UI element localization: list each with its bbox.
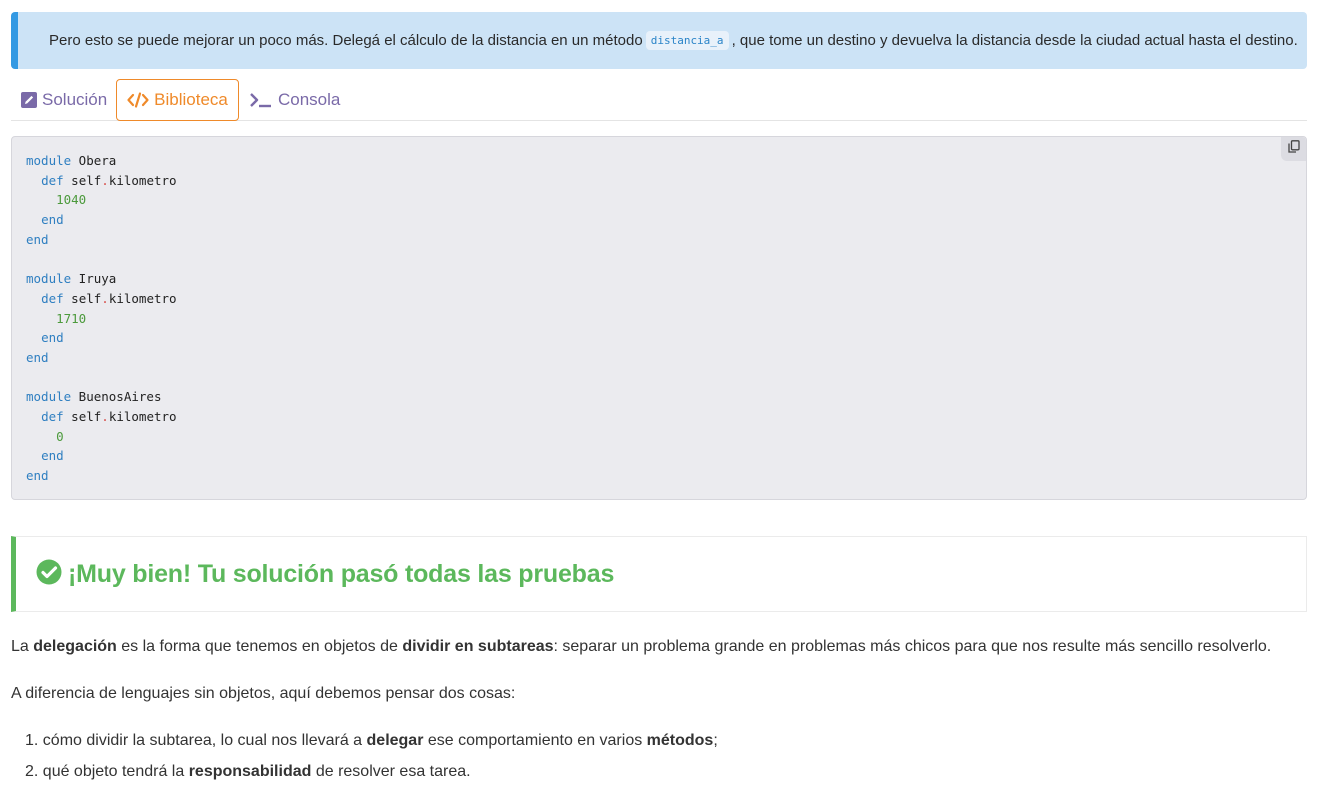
code-line: 1710 xyxy=(26,309,177,329)
steps-list: 1. cómo dividir la subtarea, lo cual nos… xyxy=(25,732,718,794)
code-line: end xyxy=(26,230,177,250)
list-item: 2. qué objeto tendrá la responsabilidad … xyxy=(25,763,718,794)
p1-bold-subtareas: dividir en subtareas xyxy=(402,638,554,655)
tab-consola-label: Consola xyxy=(278,90,341,109)
code-line: 0 xyxy=(26,427,177,447)
code-number: 0 xyxy=(56,428,64,444)
code-number: 1710 xyxy=(56,310,87,326)
code-keyword: end xyxy=(26,468,49,483)
code-keyword: end xyxy=(26,349,49,365)
tab-biblioteca[interactable]: Biblioteca xyxy=(116,79,239,121)
code-line: def self.kilometro xyxy=(26,407,177,427)
exercise-hint: Pero esto se puede mejorar un poco más. … xyxy=(11,12,1307,69)
p1-text-c: es la forma que tenemos en objetos de xyxy=(116,638,403,655)
delegation-paragraph: La delegación es la forma que tenemos en… xyxy=(11,638,1271,656)
code-identifier: Obera xyxy=(71,153,117,168)
list-bold: responsabilidad xyxy=(188,763,312,780)
code-icon xyxy=(127,92,149,108)
code-keyword: end xyxy=(26,231,49,247)
p1-text-d: : separar un problema grande en problema… xyxy=(553,638,1272,655)
check-circle-icon xyxy=(36,559,62,590)
code-line: def self.kilometro xyxy=(26,289,177,309)
list-item: 1. cómo dividir la subtarea, lo cual nos… xyxy=(25,732,718,763)
code-keyword: def xyxy=(41,290,64,306)
code-line: 1040 xyxy=(26,190,177,210)
code-keyword: end xyxy=(41,330,64,346)
code-dot: . xyxy=(101,172,109,188)
copy-icon xyxy=(1287,140,1300,158)
list-bold: métodos xyxy=(646,732,714,749)
code-line: end xyxy=(26,348,177,368)
list-number: 1. xyxy=(25,732,39,749)
code-line: def self.kilometro xyxy=(26,171,177,191)
pencil-square-icon xyxy=(21,92,37,108)
code-keyword: end xyxy=(41,212,64,228)
tab-solucion[interactable]: Solución xyxy=(21,79,107,121)
code-line: module Obera xyxy=(26,151,177,171)
code-method: kilometro xyxy=(108,172,177,188)
tab-solucion-label: Solución xyxy=(42,90,108,109)
ruby-code: module Obera def self.kilometro 1040 end… xyxy=(26,151,177,486)
code-keyword: module xyxy=(26,389,72,405)
p1-text-a: La xyxy=(11,638,34,655)
intro-paragraph: A diferencia de lenguajes sin objetos, a… xyxy=(11,685,516,702)
tab-consola[interactable]: Consola xyxy=(249,79,340,121)
terminal-icon xyxy=(249,92,273,108)
code-line: end xyxy=(26,210,177,230)
library-code-panel: module Obera def self.kilometro 1040 end… xyxy=(11,136,1307,500)
success-banner: ¡Muy bien! Tu solución pasó todas las pr… xyxy=(11,536,1307,612)
list-text: ; xyxy=(713,732,718,749)
code-line: module Iruya xyxy=(26,269,177,289)
success-title: ¡Muy bien! Tu solución pasó todas las pr… xyxy=(68,559,615,588)
hint-text-before: Pero esto se puede mejorar un poco más. … xyxy=(49,32,643,49)
code-keyword: def xyxy=(41,172,64,188)
code-keyword: end xyxy=(41,448,64,464)
code-number: 1040 xyxy=(56,192,87,208)
p1-bold-delegacion: delegación xyxy=(33,638,117,655)
list-text: de resolver esa tarea. xyxy=(311,763,471,780)
list-bold: delegar xyxy=(366,732,424,749)
code-line: module BuenosAires xyxy=(26,387,177,407)
list-number: 2. xyxy=(25,763,39,780)
code-keyword: module xyxy=(26,153,72,168)
code-line: end xyxy=(26,446,177,466)
code-method: kilometro xyxy=(108,408,177,424)
code-identifier: self xyxy=(63,408,102,424)
list-text: ese comportamiento en varios xyxy=(423,732,647,749)
list-text: cómo dividir la subtarea, lo cual nos ll… xyxy=(38,732,367,749)
editor-tabs: Solución Biblioteca Consola xyxy=(11,79,1307,121)
hint-text-after: , que tome un destino y devuelva la dist… xyxy=(731,32,1298,49)
code-keyword: def xyxy=(41,408,64,424)
code-identifier: Iruya xyxy=(71,271,117,287)
code-dot: . xyxy=(101,408,109,424)
list-text: qué objeto tendrá la xyxy=(38,763,189,780)
tab-biblioteca-label: Biblioteca xyxy=(154,90,228,109)
code-keyword: module xyxy=(26,271,72,287)
code-identifier: self xyxy=(63,290,102,306)
code-method: kilometro xyxy=(108,290,177,306)
code-identifier: BuenosAires xyxy=(71,389,162,405)
method-name-code: distancia_a xyxy=(645,31,729,50)
code-line: end xyxy=(26,466,177,486)
code-identifier: self xyxy=(63,172,102,188)
code-line: end xyxy=(26,328,177,348)
copy-button[interactable] xyxy=(1281,137,1306,161)
code-dot: . xyxy=(101,290,109,306)
